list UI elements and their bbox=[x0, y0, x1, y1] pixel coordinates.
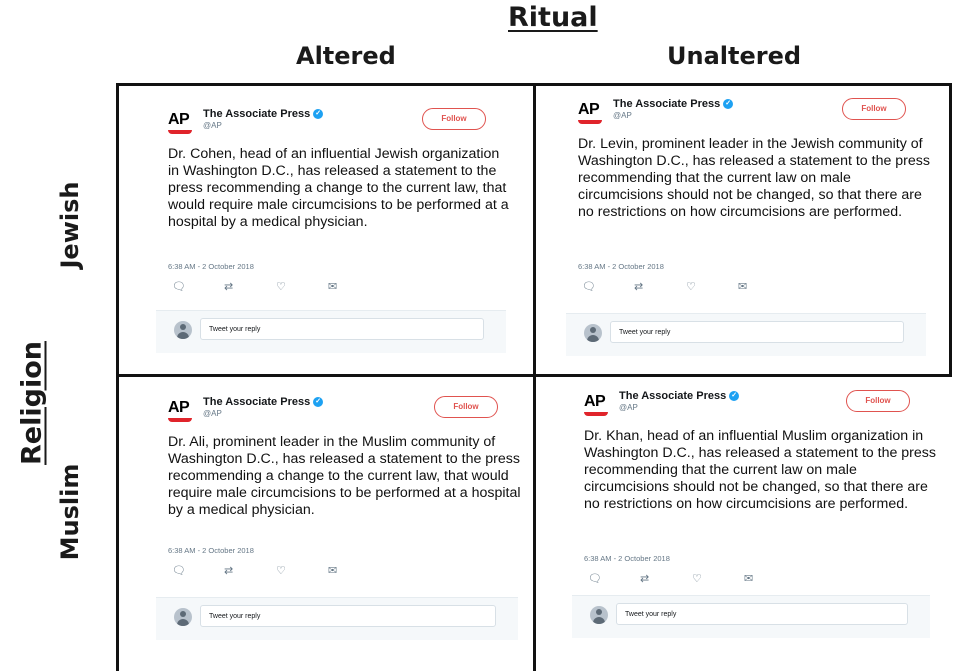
ap-logo: AP bbox=[578, 102, 606, 124]
retweet-icon[interactable]: ⇄ bbox=[640, 572, 692, 585]
grid-line-left bbox=[116, 83, 119, 671]
verified-badge-icon: ✓ bbox=[313, 397, 324, 407]
follow-button[interactable]: Follow bbox=[434, 396, 498, 418]
account-handle[interactable]: @AP bbox=[619, 403, 739, 412]
tweet-actions: 🗨︎ ⇄ ♡ ✉︎ bbox=[588, 572, 796, 585]
row-header-jewish: Jewish bbox=[56, 181, 84, 269]
column-header-altered: Altered bbox=[296, 42, 396, 70]
tweet-text: Dr. Levin, prominent leader in the Jewis… bbox=[578, 136, 930, 220]
account-info: The Associate Press ✓ @AP bbox=[613, 98, 734, 120]
ap-logo-swoosh bbox=[584, 412, 608, 416]
account-handle[interactable]: @AP bbox=[613, 111, 733, 120]
follow-button[interactable]: Follow bbox=[842, 98, 906, 120]
tweet-actions: 🗨︎ ⇄ ♡ ✉︎ bbox=[582, 280, 790, 293]
ap-logo-text: AP bbox=[584, 393, 606, 410]
ap-logo-text: AP bbox=[168, 111, 190, 128]
row-header-muslim: Muslim bbox=[56, 463, 84, 561]
retweet-icon[interactable]: ⇄ bbox=[634, 280, 686, 293]
column-header-unaltered: Unaltered bbox=[667, 42, 802, 70]
heart-icon[interactable]: ♡ bbox=[692, 572, 744, 585]
reply-icon[interactable]: 🗨︎ bbox=[588, 572, 640, 585]
ap-logo-text: AP bbox=[578, 101, 600, 118]
tweet-timestamp[interactable]: 6:38 AM - 2 October 2018 bbox=[584, 554, 670, 563]
tweet-actions: 🗨︎ ⇄ ♡ ✉︎ bbox=[172, 280, 380, 293]
direct-message-icon[interactable]: ✉︎ bbox=[328, 564, 380, 577]
reply-icon[interactable]: 🗨︎ bbox=[582, 280, 634, 293]
ap-logo-swoosh bbox=[168, 130, 192, 134]
direct-message-icon[interactable]: ✉︎ bbox=[738, 280, 790, 293]
reply-bar: Tweet your reply bbox=[156, 310, 506, 353]
follow-button[interactable]: Follow bbox=[846, 390, 910, 412]
follow-button[interactable]: Follow bbox=[422, 108, 486, 130]
tweet-text: Dr. Khan, head of an influential Muslim … bbox=[584, 428, 936, 512]
heart-icon[interactable]: ♡ bbox=[276, 280, 328, 293]
default-avatar-icon bbox=[174, 321, 192, 339]
ap-logo-text: AP bbox=[168, 399, 190, 416]
verified-badge-icon: ✓ bbox=[313, 109, 324, 119]
account-name-row: The Associate Press ✓ bbox=[619, 390, 740, 402]
account-name[interactable]: The Associate Press bbox=[619, 390, 726, 402]
account-name[interactable]: The Associate Press bbox=[203, 396, 310, 408]
tweet-card-muslim-unaltered: AP The Associate Press ✓ @AP Follow Dr. … bbox=[564, 380, 938, 638]
direct-message-icon[interactable]: ✉︎ bbox=[744, 572, 796, 585]
reply-bar: Tweet your reply bbox=[572, 595, 930, 638]
reply-bar: Tweet your reply bbox=[156, 597, 518, 640]
tweet-timestamp[interactable]: 6:38 AM - 2 October 2018 bbox=[168, 546, 254, 555]
ap-logo: AP bbox=[584, 394, 612, 416]
retweet-icon[interactable]: ⇄ bbox=[224, 280, 276, 293]
account-info: The Associate Press ✓ @AP bbox=[619, 390, 740, 412]
reply-bar: Tweet your reply bbox=[566, 313, 926, 356]
account-name-row: The Associate Press ✓ bbox=[613, 98, 734, 110]
row-factor-title: Religion bbox=[16, 341, 48, 465]
ap-logo: AP bbox=[168, 400, 196, 422]
heart-icon[interactable]: ♡ bbox=[276, 564, 328, 577]
ap-logo-swoosh bbox=[578, 120, 602, 124]
tweet-timestamp[interactable]: 6:38 AM - 2 October 2018 bbox=[578, 262, 664, 271]
verified-badge-icon: ✓ bbox=[729, 391, 740, 401]
heart-icon[interactable]: ♡ bbox=[686, 280, 738, 293]
retweet-icon[interactable]: ⇄ bbox=[224, 564, 276, 577]
tweet-text: Dr. Cohen, head of an influential Jewish… bbox=[168, 146, 509, 230]
tweet-card-jewish-altered: AP The Associate Press ✓ @AP Follow Dr. … bbox=[148, 98, 514, 353]
reply-input[interactable]: Tweet your reply bbox=[200, 605, 496, 627]
tweet-timestamp[interactable]: 6:38 AM - 2 October 2018 bbox=[168, 262, 254, 271]
reply-input[interactable]: Tweet your reply bbox=[610, 321, 904, 343]
reply-icon[interactable]: 🗨︎ bbox=[172, 564, 224, 577]
ap-logo: AP bbox=[168, 112, 196, 134]
account-handle[interactable]: @AP bbox=[203, 121, 323, 130]
reply-input[interactable]: Tweet your reply bbox=[616, 603, 908, 625]
reply-icon[interactable]: 🗨︎ bbox=[172, 280, 224, 293]
verified-badge-icon: ✓ bbox=[723, 99, 734, 109]
account-info: The Associate Press ✓ @AP bbox=[203, 396, 324, 418]
tweet-card-muslim-altered: AP The Associate Press ✓ @AP Follow Dr. … bbox=[148, 386, 526, 640]
tweet-actions: 🗨︎ ⇄ ♡ ✉︎ bbox=[172, 564, 380, 577]
account-name[interactable]: The Associate Press bbox=[203, 108, 310, 120]
direct-message-icon[interactable]: ✉︎ bbox=[328, 280, 380, 293]
account-name[interactable]: The Associate Press bbox=[613, 98, 720, 110]
ap-logo-swoosh bbox=[168, 418, 192, 422]
default-avatar-icon bbox=[584, 324, 602, 342]
account-name-row: The Associate Press ✓ bbox=[203, 396, 324, 408]
default-avatar-icon bbox=[174, 608, 192, 626]
reply-input[interactable]: Tweet your reply bbox=[200, 318, 484, 340]
grid-line-right bbox=[949, 83, 952, 375]
grid-line-center bbox=[533, 83, 536, 671]
tweet-text: Dr. Ali, prominent leader in the Muslim … bbox=[168, 434, 521, 518]
default-avatar-icon bbox=[590, 606, 608, 624]
account-handle[interactable]: @AP bbox=[203, 409, 323, 418]
account-name-row: The Associate Press ✓ bbox=[203, 108, 324, 120]
tweet-card-jewish-unaltered: AP The Associate Press ✓ @AP Follow Dr. … bbox=[558, 88, 934, 356]
account-info: The Associate Press ✓ @AP bbox=[203, 108, 324, 130]
column-factor-title: Ritual bbox=[508, 2, 598, 33]
